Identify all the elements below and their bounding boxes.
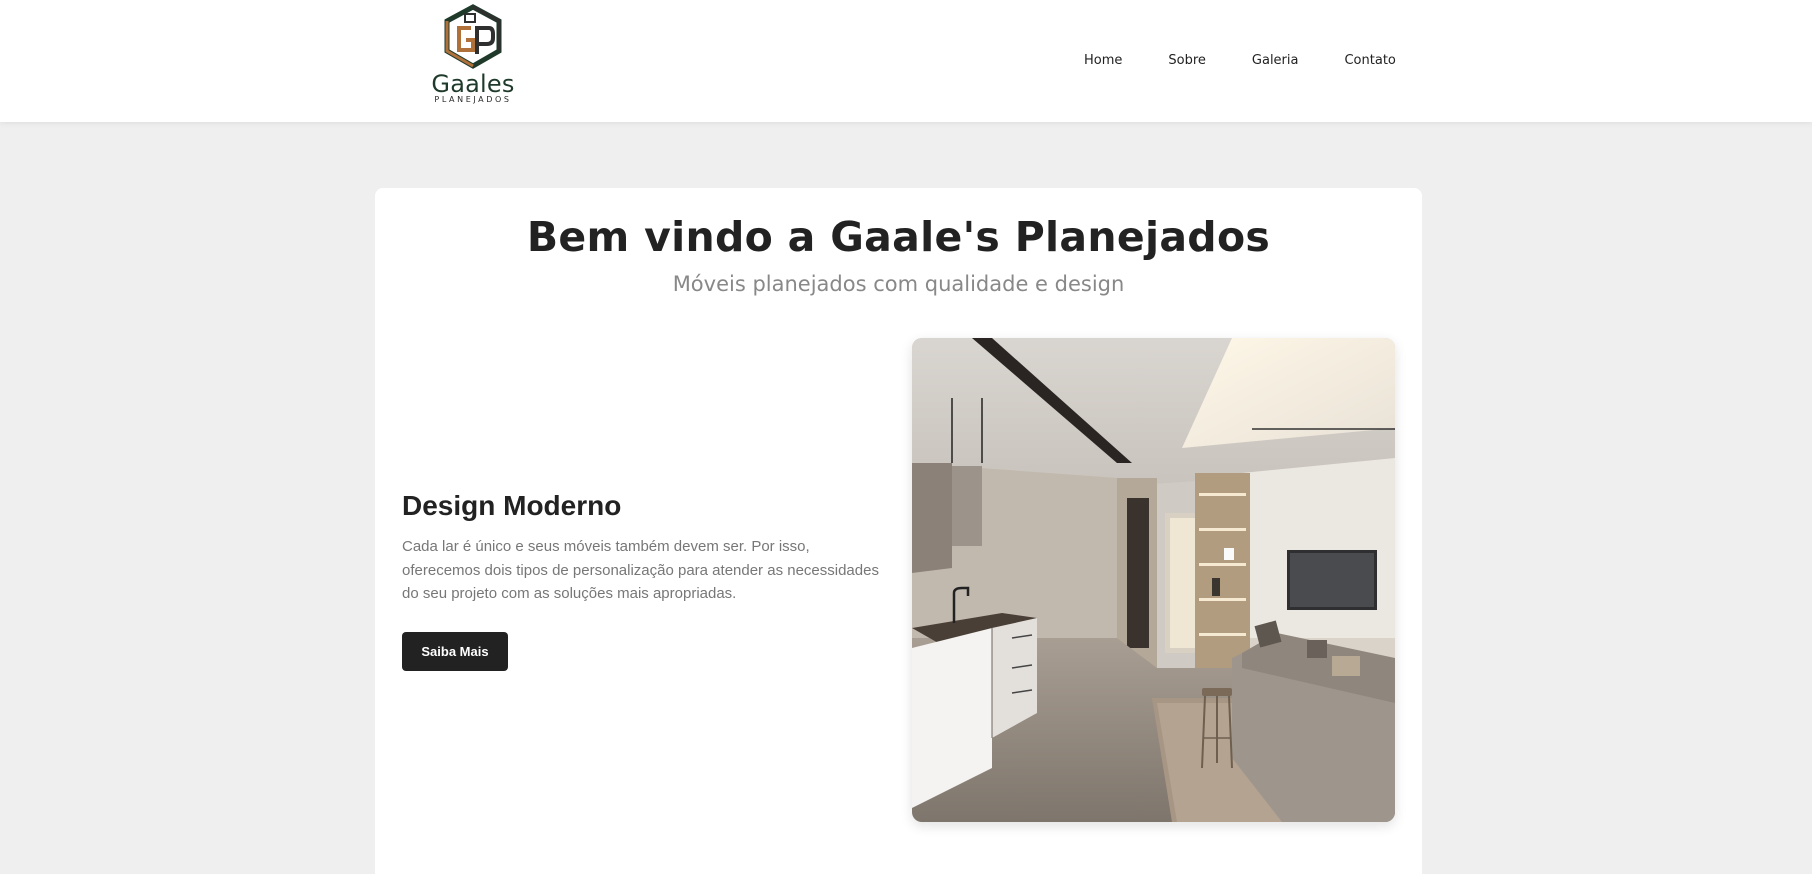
nav-home-link[interactable]: Home — [1084, 52, 1122, 70]
brand-logo[interactable]: Gaales PLANEJADOS — [418, 4, 528, 106]
nav-contato-link[interactable]: Contato — [1344, 52, 1395, 70]
feature-description: Cada lar é único e seus móveis também de… — [402, 538, 879, 602]
nav-sobre-link[interactable]: Sobre — [1168, 52, 1206, 70]
welcome-card: Bem vindo a Gaale's Planejados Móveis pl… — [375, 188, 1422, 874]
brand-name: Gaales — [431, 70, 515, 98]
modern-kitchen-living-room-photo — [912, 338, 1395, 822]
cube-gp-logo-icon — [444, 4, 502, 69]
nav-galeria-link[interactable]: Galeria — [1252, 52, 1299, 70]
hero-title: Bem vindo a Gaale's Planejados — [526, 213, 1271, 261]
feature-title: Design Moderno — [402, 490, 622, 521]
brand-tagline: PLANEJADOS — [434, 95, 512, 104]
hero-subtitle: Móveis planejados com qualidade e design — [672, 272, 1125, 296]
saiba-mais-button[interactable]: Saiba Mais — [402, 632, 508, 671]
main-nav: Home Sobre Galeria Contato — [1084, 52, 1396, 70]
site-header: Gaales PLANEJADOS Home Sobre Galeria Con… — [0, 0, 1812, 122]
